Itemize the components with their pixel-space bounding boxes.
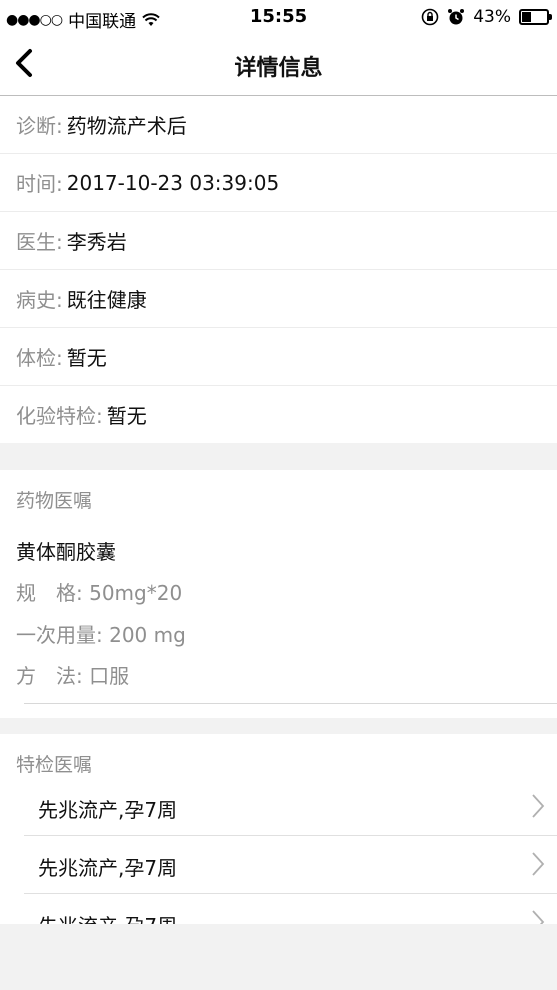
chevron-right-icon xyxy=(532,852,545,876)
time-label: 时间: xyxy=(16,172,63,196)
orientation-lock-icon xyxy=(421,8,439,26)
exam-order-item[interactable]: 先兆流产,孕7周 xyxy=(24,835,557,894)
time-value: 2017-10-23 03:39:05 xyxy=(66,170,280,195)
history-label: 病史: xyxy=(16,288,63,312)
doctor-label: 医生: xyxy=(16,230,63,254)
doctor-row: 医生: 李秀岩 xyxy=(0,212,557,270)
exam-order-label: 先兆流产,孕7周 xyxy=(38,798,178,822)
exam-orders-title: 特检医嘱 xyxy=(16,754,93,776)
drug-method: 方 法: 口服 xyxy=(16,664,130,688)
history-row: 病史: 既往健康 xyxy=(0,270,557,328)
page-title: 详情信息 xyxy=(234,56,323,81)
exam-order-label: 先兆流产,孕7周 xyxy=(38,856,178,880)
physical-exam-value: 暂无 xyxy=(66,346,107,370)
diagnosis-row: 诊断: 药物流产术后 xyxy=(0,96,557,154)
battery-level-fill xyxy=(522,12,531,22)
drug-dose: 一次用量: 200 mg xyxy=(16,623,186,647)
drug-spec: 规 格: 50mg*20 xyxy=(16,581,183,605)
battery-percent: 43% xyxy=(473,7,511,27)
lab-test-row: 化验特检: 暂无 xyxy=(0,386,557,443)
history-value: 既往健康 xyxy=(66,288,147,312)
divider xyxy=(24,703,557,704)
alarm-clock-icon xyxy=(448,9,465,25)
status-right: 43% xyxy=(421,7,552,27)
nav-bar: 详情信息 xyxy=(0,34,557,96)
info-section: 诊断: 药物流产术后 时间: 2017-10-23 03:39:05 医生: 李… xyxy=(0,96,557,443)
drug-name: 黄体酮胶囊 xyxy=(16,540,116,564)
exam-orders-section: 特检医嘱 先兆流产,孕7周 先兆流产,孕7周 先兆流产,孕7周 xyxy=(0,734,557,924)
chevron-right-icon xyxy=(532,794,545,818)
status-bar: ●●●○○ 中国联通 15:55 43% xyxy=(0,0,557,34)
diagnosis-value: 药物流产术后 xyxy=(66,114,187,138)
physical-exam-row: 体检: 暂无 xyxy=(0,328,557,386)
lab-test-value: 暂无 xyxy=(106,404,147,428)
exam-order-item[interactable]: 先兆流产,孕7周 xyxy=(24,777,557,836)
doctor-value: 李秀岩 xyxy=(66,230,127,254)
exam-order-item[interactable]: 先兆流产,孕7周 xyxy=(24,893,557,924)
chevron-right-icon xyxy=(532,910,545,924)
drug-orders-section: 药物医嘱 黄体酮胶囊 规 格: 50mg*20 一次用量: 200 mg 方 法… xyxy=(0,470,557,718)
battery-icon xyxy=(519,9,552,25)
exam-order-label: 先兆流产,孕7周 xyxy=(38,910,177,924)
time-row: 时间: 2017-10-23 03:39:05 xyxy=(0,154,557,212)
diagnosis-label: 诊断: xyxy=(16,114,63,138)
physical-exam-label: 体检: xyxy=(16,346,63,370)
lab-test-label: 化验特检: xyxy=(16,404,103,428)
drug-orders-title: 药物医嘱 xyxy=(16,490,93,512)
bottom-bar xyxy=(0,924,557,990)
